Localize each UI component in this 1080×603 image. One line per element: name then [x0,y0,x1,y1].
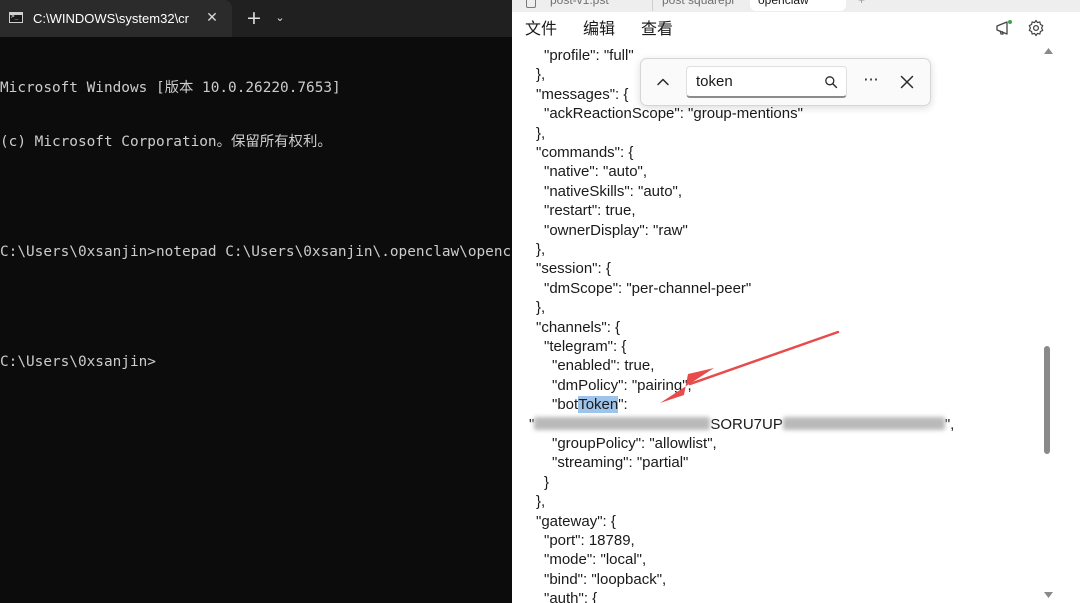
notepad-tab-active[interactable]: openclaw [750,0,846,11]
code-line: "ownerDisplay": "raw" [544,221,688,239]
notepad-new-tab-button[interactable]: + [850,0,930,11]
find-previous-icon[interactable] [652,71,674,93]
menu-file[interactable]: 文件 [525,19,557,39]
chevron-down-icon[interactable]: ⌄ [272,9,288,27]
terminal-prompt: C:\Users\0xsanjin> [0,354,156,371]
terminal-tab-title: C:\WINDOWS\system32\cr [33,11,190,26]
terminal-output[interactable]: Microsoft Windows [版本 10.0.26220.7653] (… [0,42,512,408]
menu-view[interactable]: 查看 [641,19,673,39]
terminal-tab[interactable]: C:\WINDOWS\system32\cr ✕ [0,0,232,37]
code-line: "commands": { [536,144,634,161]
terminal-line: Microsoft Windows [版本 10.0.26220.7653] [0,79,341,96]
find-bar: ··· [640,58,931,106]
scrollbar-thumb[interactable] [1044,346,1050,454]
code-line: "restart": true, [544,202,636,220]
code-line: }, [536,299,546,317]
terminal-tab-bar: C:\WINDOWS\system32\cr ✕ + ⌄ [0,0,512,37]
code-line: "gateway": { [536,512,616,530]
code-line: "native": "auto", [544,163,648,181]
code-line: "nativeSkills": "auto", [544,182,683,200]
code-line: "auth": { [544,590,598,603]
close-icon[interactable] [896,71,918,93]
code-line: } [544,473,550,491]
code-fragment: ": [618,396,628,414]
terminal-line: (c) Microsoft Corporation。保留所有权利。 [0,134,332,151]
code-text: "profile": "full" }, "messages": { "ackR… [512,46,1052,603]
redacted-blur [534,416,711,430]
find-input[interactable] [696,73,806,91]
code-line: "messages": { [536,85,629,103]
code-fragment: ", [944,415,955,433]
copilot-icon[interactable] [995,19,1013,37]
code-line: "profile": "full" [544,47,634,64]
menu-edit[interactable]: 编辑 [583,19,615,39]
close-icon[interactable]: ✕ [203,9,221,27]
code-line: "ackReactionScope": "group-mentions" [544,105,803,123]
code-line: "port": 18789, [544,532,635,549]
code-line: }, [536,124,546,142]
code-line: "streaming": "partial" [552,454,689,472]
code-line: }, [536,241,546,258]
tab-divider [652,0,653,11]
search-icon[interactable] [824,75,838,89]
scroll-down-icon[interactable] [1044,592,1053,598]
code-line: "session": { [536,260,611,278]
code-line: }, [536,66,546,84]
terminal-icon [9,12,23,23]
code-fragment: SORU7UP [710,415,783,433]
notepad-tab[interactable]: post squarepi [654,0,754,11]
code-line: "groupPolicy": "allowlist", [552,435,717,452]
redacted-blur [782,416,945,430]
code-line-bottoken: "botToken": [552,395,628,414]
terminal-line: C:\Users\0xsanjin>notepad C:\Users\0xsan… [0,244,512,261]
code-line: "channels": { [536,318,621,336]
code-line: }, [536,493,546,511]
terminal-window: C:\WINDOWS\system32\cr ✕ + ⌄ Microsoft W… [0,0,512,603]
code-line: "dmPolicy": "pairing", [552,376,692,394]
find-input-wrapper [686,66,847,98]
notepad-tab-strip: post-v1.pst post squarepi openclaw + [512,0,1080,12]
search-match-highlight: Token [578,396,619,414]
code-line-token-value: " SORU7UP ", [529,415,954,434]
code-line: "dmScope": "per-channel-peer" [544,279,752,297]
notepad-editor[interactable]: "profile": "full" }, "messages": { "ackR… [512,46,1052,603]
notepad-tab[interactable]: post-v1.pst [542,0,660,11]
code-line: "bind": "loopback", [544,570,667,588]
code-fragment: "bot [552,396,579,414]
more-options-icon[interactable]: ··· [860,71,882,93]
gear-icon[interactable] [1027,19,1045,37]
code-line: "telegram": { [544,338,627,355]
code-line: "mode": "local", [544,551,647,569]
notepad-icon [526,0,536,8]
new-tab-button[interactable]: + [244,8,264,28]
vertical-scrollbar[interactable] [1041,46,1057,603]
scroll-up-icon[interactable] [1044,48,1053,54]
code-line: "enabled": true, [552,357,655,375]
